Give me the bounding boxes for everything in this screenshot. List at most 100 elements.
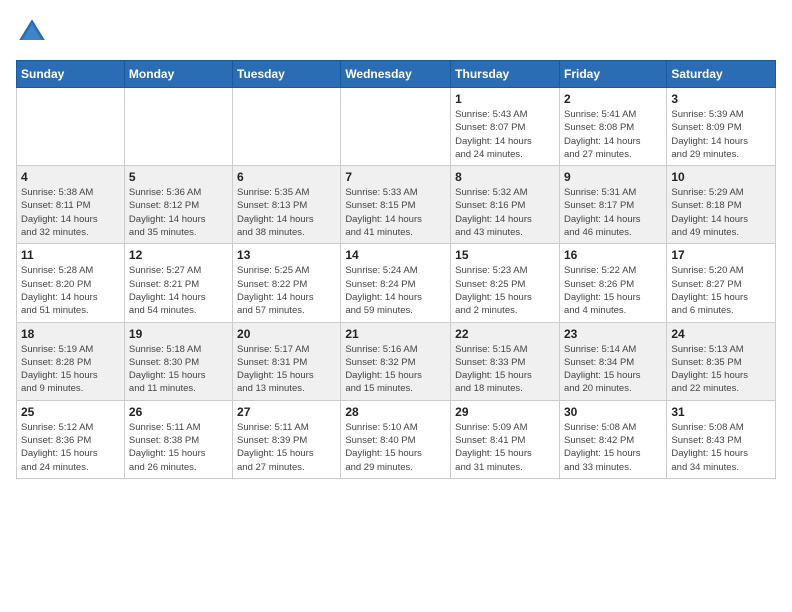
day-number: 29 [455,405,555,419]
calendar-cell: 6 Sunrise: 5:35 AM Sunset: 8:13 PM Daylig… [233,166,341,244]
weekday-thursday: Thursday [451,61,560,88]
calendar-cell: 28 Sunrise: 5:10 AM Sunset: 8:40 PM Dayli… [341,400,451,478]
day-number: 4 [21,170,120,184]
day-info: Sunrise: 5:09 AM Sunset: 8:41 PM Dayligh… [455,421,555,474]
day-number: 27 [237,405,336,419]
day-number: 12 [129,248,228,262]
day-number: 3 [671,92,771,106]
day-info: Sunrise: 5:35 AM Sunset: 8:13 PM Dayligh… [237,186,336,239]
day-number: 24 [671,327,771,341]
day-info: Sunrise: 5:41 AM Sunset: 8:08 PM Dayligh… [564,108,662,161]
day-number: 20 [237,327,336,341]
calendar-cell: 18 Sunrise: 5:19 AM Sunset: 8:28 PM Dayli… [17,322,125,400]
calendar-cell [17,88,125,166]
day-number: 17 [671,248,771,262]
calendar-cell: 4Sunrise: 5:38 AM Sunset: 8:11 PM Daylig… [17,166,125,244]
logo-icon [16,16,48,48]
day-number: 8 [455,170,555,184]
calendar-cell: 8 Sunrise: 5:32 AM Sunset: 8:16 PM Daylig… [451,166,560,244]
day-number: 31 [671,405,771,419]
calendar-cell: 9Sunrise: 5:31 AM Sunset: 8:17 PM Daylig… [559,166,666,244]
calendar-cell: 30Sunrise: 5:08 AM Sunset: 8:42 PM Dayli… [559,400,666,478]
calendar-cell: 23 Sunrise: 5:14 AM Sunset: 8:34 PM Dayli… [559,322,666,400]
day-number: 26 [129,405,228,419]
calendar-cell: 1 Sunrise: 5:43 AM Sunset: 8:07 PM Daylig… [451,88,560,166]
day-info: Sunrise: 5:20 AM Sunset: 8:27 PM Dayligh… [671,264,771,317]
day-number: 2 [564,92,662,106]
day-number: 7 [345,170,446,184]
calendar-cell: 15 Sunrise: 5:23 AM Sunset: 8:25 PM Dayli… [451,244,560,322]
day-info: Sunrise: 5:10 AM Sunset: 8:40 PM Dayligh… [345,421,446,474]
day-info: Sunrise: 5:12 AM Sunset: 8:36 PM Dayligh… [21,421,120,474]
day-info: Sunrise: 5:32 AM Sunset: 8:16 PM Dayligh… [455,186,555,239]
weekday-tuesday: Tuesday [233,61,341,88]
day-info: Sunrise: 5:13 AM Sunset: 8:35 PM Dayligh… [671,343,771,396]
calendar-cell: 14Sunrise: 5:24 AM Sunset: 8:24 PM Dayli… [341,244,451,322]
calendar-cell: 22 Sunrise: 5:15 AM Sunset: 8:33 PM Dayli… [451,322,560,400]
calendar-cell: 27 Sunrise: 5:11 AM Sunset: 8:39 PM Dayli… [233,400,341,478]
calendar-cell: 31 Sunrise: 5:08 AM Sunset: 8:43 PM Dayli… [667,400,776,478]
calendar-cell: 3 Sunrise: 5:39 AM Sunset: 8:09 PM Daylig… [667,88,776,166]
day-info: Sunrise: 5:15 AM Sunset: 8:33 PM Dayligh… [455,343,555,396]
day-info: Sunrise: 5:08 AM Sunset: 8:43 PM Dayligh… [671,421,771,474]
day-info: Sunrise: 5:22 AM Sunset: 8:26 PM Dayligh… [564,264,662,317]
day-info: Sunrise: 5:27 AM Sunset: 8:21 PM Dayligh… [129,264,228,317]
calendar-cell: 12 Sunrise: 5:27 AM Sunset: 8:21 PM Dayli… [124,244,232,322]
day-number: 11 [21,248,120,262]
calendar-cell: 29 Sunrise: 5:09 AM Sunset: 8:41 PM Dayli… [451,400,560,478]
day-number: 30 [564,405,662,419]
weekday-monday: Monday [124,61,232,88]
calendar-week-0: 1 Sunrise: 5:43 AM Sunset: 8:07 PM Daylig… [17,88,776,166]
day-number: 25 [21,405,120,419]
day-number: 21 [345,327,446,341]
weekday-header-row: SundayMondayTuesdayWednesdayThursdayFrid… [17,61,776,88]
calendar-cell: 20 Sunrise: 5:17 AM Sunset: 8:31 PM Dayli… [233,322,341,400]
logo [16,16,52,48]
calendar-cell: 25 Sunrise: 5:12 AM Sunset: 8:36 PM Dayli… [17,400,125,478]
calendar-cell: 17 Sunrise: 5:20 AM Sunset: 8:27 PM Dayli… [667,244,776,322]
weekday-wednesday: Wednesday [341,61,451,88]
calendar-cell [124,88,232,166]
weekday-friday: Friday [559,61,666,88]
day-number: 19 [129,327,228,341]
day-number: 14 [345,248,446,262]
day-info: Sunrise: 5:39 AM Sunset: 8:09 PM Dayligh… [671,108,771,161]
page-header [16,16,776,48]
day-info: Sunrise: 5:43 AM Sunset: 8:07 PM Dayligh… [455,108,555,161]
day-number: 10 [671,170,771,184]
day-info: Sunrise: 5:28 AM Sunset: 8:20 PM Dayligh… [21,264,120,317]
weekday-saturday: Saturday [667,61,776,88]
day-info: Sunrise: 5:11 AM Sunset: 8:38 PM Dayligh… [129,421,228,474]
day-number: 22 [455,327,555,341]
day-number: 18 [21,327,120,341]
calendar-cell: 13Sunrise: 5:25 AM Sunset: 8:22 PM Dayli… [233,244,341,322]
day-info: Sunrise: 5:14 AM Sunset: 8:34 PM Dayligh… [564,343,662,396]
day-number: 13 [237,248,336,262]
day-info: Sunrise: 5:23 AM Sunset: 8:25 PM Dayligh… [455,264,555,317]
calendar-cell: 24 Sunrise: 5:13 AM Sunset: 8:35 PM Dayli… [667,322,776,400]
day-info: Sunrise: 5:16 AM Sunset: 8:32 PM Dayligh… [345,343,446,396]
calendar-week-2: 11 Sunrise: 5:28 AM Sunset: 8:20 PM Dayli… [17,244,776,322]
day-number: 23 [564,327,662,341]
day-info: Sunrise: 5:31 AM Sunset: 8:17 PM Dayligh… [564,186,662,239]
day-info: Sunrise: 5:17 AM Sunset: 8:31 PM Dayligh… [237,343,336,396]
day-number: 6 [237,170,336,184]
day-number: 15 [455,248,555,262]
calendar-cell: 26 Sunrise: 5:11 AM Sunset: 8:38 PM Dayli… [124,400,232,478]
calendar-header: SundayMondayTuesdayWednesdayThursdayFrid… [17,61,776,88]
calendar-cell [341,88,451,166]
calendar-cell: 2 Sunrise: 5:41 AM Sunset: 8:08 PM Daylig… [559,88,666,166]
calendar-cell: 11 Sunrise: 5:28 AM Sunset: 8:20 PM Dayli… [17,244,125,322]
day-number: 1 [455,92,555,106]
day-info: Sunrise: 5:11 AM Sunset: 8:39 PM Dayligh… [237,421,336,474]
calendar-cell: 16 Sunrise: 5:22 AM Sunset: 8:26 PM Dayli… [559,244,666,322]
day-number: 28 [345,405,446,419]
calendar-week-4: 25 Sunrise: 5:12 AM Sunset: 8:36 PM Dayli… [17,400,776,478]
day-info: Sunrise: 5:33 AM Sunset: 8:15 PM Dayligh… [345,186,446,239]
weekday-sunday: Sunday [17,61,125,88]
day-info: Sunrise: 5:19 AM Sunset: 8:28 PM Dayligh… [21,343,120,396]
calendar-cell: 19Sunrise: 5:18 AM Sunset: 8:30 PM Dayli… [124,322,232,400]
day-number: 16 [564,248,662,262]
day-info: Sunrise: 5:29 AM Sunset: 8:18 PM Dayligh… [671,186,771,239]
calendar-cell: 5Sunrise: 5:36 AM Sunset: 8:12 PM Daylig… [124,166,232,244]
